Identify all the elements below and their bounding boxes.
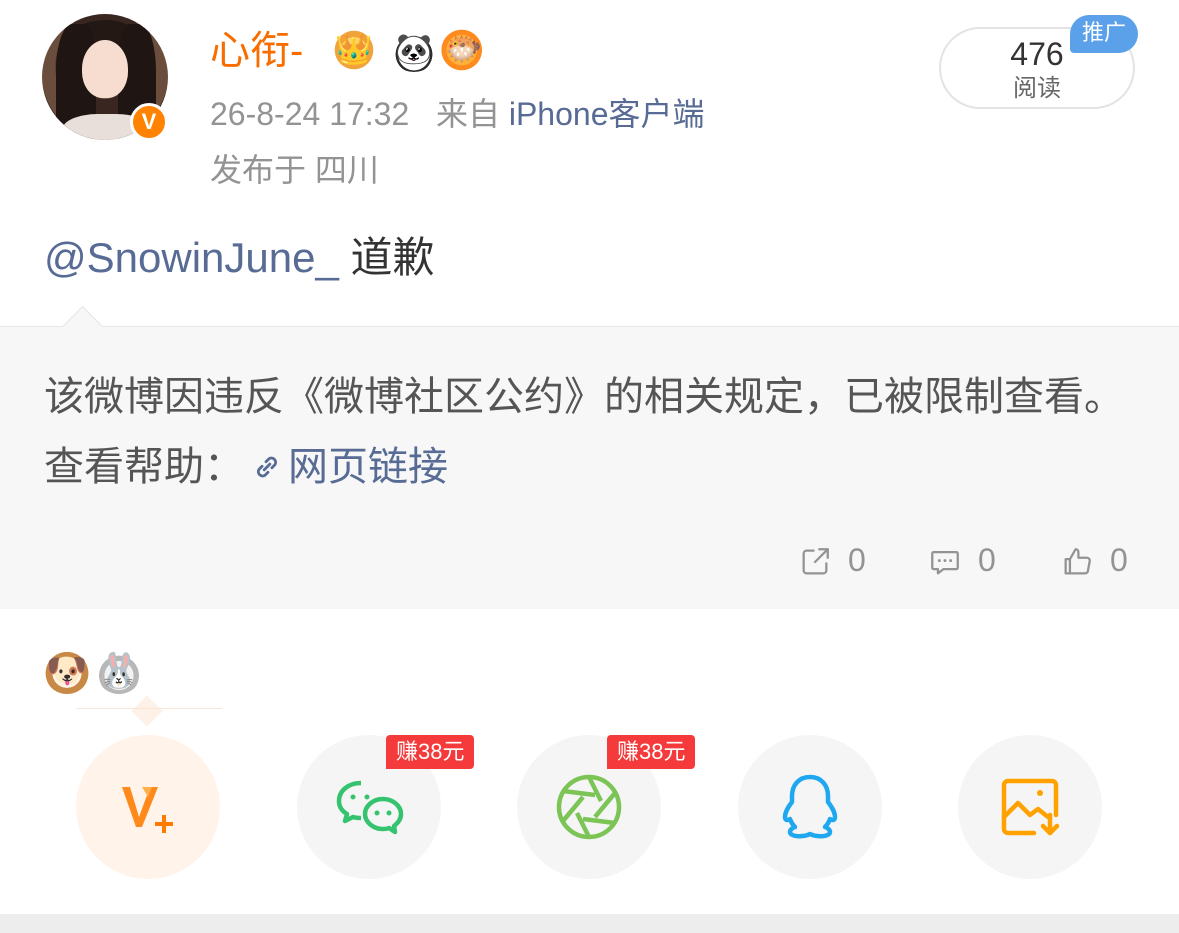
bottom-divider xyxy=(0,914,1179,933)
thumbs-up-icon xyxy=(1064,548,1091,575)
web-link-text: 网页链接 xyxy=(288,445,448,489)
earn-tag-moments: 赚38元 xyxy=(607,735,696,769)
qq-share-button[interactable] xyxy=(738,735,882,879)
qq-icon xyxy=(782,774,838,839)
repost-button[interactable]: 0 xyxy=(798,538,866,582)
repost-count: 0 xyxy=(848,542,866,578)
restricted-notice: 该微博因违反《微博社区公约》的相关规定，已被限制查看。查看帮助： 网页链接 xyxy=(44,362,1144,506)
earn-tag-wechat: 赚38元 xyxy=(386,735,475,769)
comment-button[interactable]: 0 xyxy=(928,538,996,582)
rabbit-emoji[interactable]: 🐰 xyxy=(96,648,142,694)
post-body: 道歉 xyxy=(350,234,435,281)
read-label: 阅读 xyxy=(1013,74,1061,102)
post-timestamp: 26-8-24 17:32 xyxy=(210,96,410,132)
restricted-notice-text: 该微博因违反《微博社区公约》的相关规定，已被限制查看。查看帮助： xyxy=(44,375,1124,489)
post-source[interactable]: iPhone客户端 xyxy=(509,96,705,132)
wechat-icon xyxy=(336,780,404,835)
weibo-vplus-share-button[interactable] xyxy=(76,735,220,879)
verified-badge-icon: V xyxy=(130,103,168,141)
source-prefix: 来自 xyxy=(435,96,500,132)
repost-icon xyxy=(802,548,829,575)
fish-badge-icon[interactable]: 🐡 xyxy=(441,28,487,72)
dog-emoji[interactable]: 🐶 xyxy=(44,648,90,694)
vplus-icon xyxy=(122,787,173,833)
like-button[interactable]: 0 xyxy=(1060,538,1128,582)
share-pointer xyxy=(131,695,163,727)
post-location: 发布于 四川 xyxy=(210,152,379,188)
panda-badge-icon[interactable]: 🐼 xyxy=(391,28,437,72)
save-image-icon xyxy=(1001,778,1060,836)
comment-icon xyxy=(931,550,959,575)
promo-tag[interactable]: 推广 xyxy=(1070,15,1138,53)
moments-icon xyxy=(556,774,622,840)
link-icon xyxy=(250,436,284,506)
post-meta: 26-8-24 17:32 来自 iPhone客户端 xyxy=(210,92,705,136)
share-pointer-line xyxy=(76,708,222,709)
crown-badge-icon[interactable]: 👑 xyxy=(331,28,377,72)
comment-count: 0 xyxy=(978,542,996,578)
username[interactable]: 心衔- xyxy=(210,24,303,78)
save-image-share-button[interactable] xyxy=(958,735,1102,879)
post-text: @SnowinJune_ 道歉 xyxy=(44,228,435,288)
mention-link[interactable]: @SnowinJune_ xyxy=(44,234,339,281)
like-count: 0 xyxy=(1110,542,1128,578)
web-link[interactable]: 网页链接 xyxy=(244,445,448,489)
